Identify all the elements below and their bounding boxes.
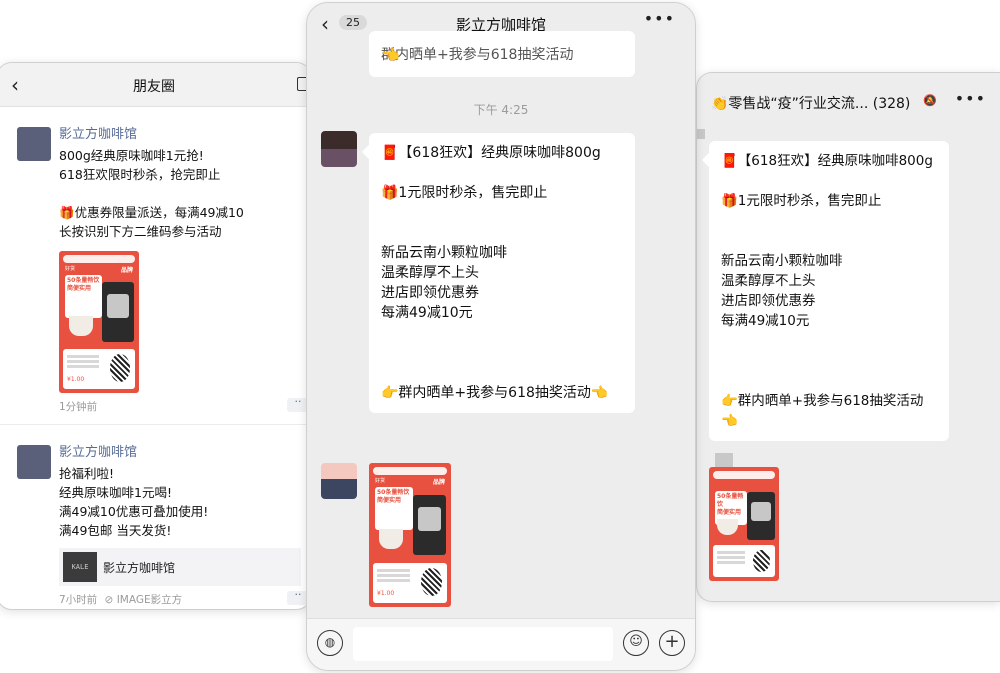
source-icon: ⊘: [104, 594, 114, 606]
post-text: 抢福利啦! 经典原味咖啡1元喝! 满49减10优惠可叠加使用! 满49包邮 当天…: [59, 466, 209, 538]
post-time: 1分钟前: [59, 401, 98, 413]
poster-headline: 50条量畅饮: [377, 489, 410, 496]
qr-code[interactable]: [421, 567, 442, 596]
point-left-icon: 👈: [381, 46, 400, 64]
product-poster-image[interactable]: 50条量畅饮 简便实用: [709, 467, 779, 581]
avatar[interactable]: [17, 445, 51, 479]
poster-brand: 品牌: [120, 267, 133, 274]
poster-headline: 50条量畅饮: [67, 277, 100, 284]
emoji-icon[interactable]: ☺: [623, 630, 649, 656]
chat-input-bar: ◍ ☺ +: [307, 618, 695, 670]
time-divider: 下午 4:25: [473, 103, 529, 117]
product-poster-image[interactable]: 好货 品牌 50条量畅饮 简便实用 ¥1.00: [59, 251, 139, 393]
post-author-name[interactable]: 影立方咖啡馆: [59, 123, 311, 142]
poster-subhead: 简便实用: [717, 509, 742, 516]
post-author-name[interactable]: 影立方咖啡馆: [59, 441, 311, 460]
poster-brand: 品牌: [432, 479, 445, 486]
previous-message-bubble[interactable]: 群内晒单+我参与618抽奖活动 👈: [369, 31, 635, 77]
shared-link-card[interactable]: KALE 影立方咖啡馆: [59, 548, 301, 586]
mute-bell-icon: 🔕: [923, 94, 937, 107]
previous-message-text: 群内晒单+我参与618抽奖活动: [381, 47, 574, 63]
group-title: 👏零售战“疫”行业交流... (328): [711, 96, 911, 112]
group-chat-screen: 👏零售战“疫”行业交流... (328) 🔕 ••• 🧧【618狂欢】经典原味咖…: [696, 72, 1000, 602]
voice-input-icon[interactable]: ◍: [317, 630, 343, 656]
more-icon[interactable]: •••: [955, 89, 986, 108]
sender-avatar[interactable]: [321, 463, 357, 499]
sender-avatar[interactable]: [321, 131, 357, 167]
poster-headline: 50条量畅饮: [717, 493, 744, 508]
group-nav-bar: 👏零售战“疫”行业交流... (328) 🔕 •••: [697, 73, 1000, 129]
moments-post: 影立方咖啡馆 800g经典原味咖啡1元抢! 618狂欢限时秒杀，抢完即止 🎁优惠…: [0, 107, 311, 414]
post-meta: 7小时前 ⊘ IMAGE影立方: [59, 592, 311, 607]
post-time: 7小时前: [59, 594, 98, 606]
avatar[interactable]: [17, 127, 51, 161]
qr-code[interactable]: [109, 354, 130, 383]
sender-avatar[interactable]: [715, 453, 733, 467]
link-title: 影立方咖啡馆: [103, 560, 176, 575]
plus-icon[interactable]: +: [659, 630, 685, 656]
avatar-edge: [697, 129, 705, 139]
poster-price: ¥1.00: [377, 590, 395, 597]
poster-subhead: 简便实用: [377, 497, 402, 504]
message-bubble[interactable]: 🧧【618狂欢】经典原味咖啡800g 🎁1元限时秒杀，售完即止 新品云南小颗粒咖…: [709, 141, 949, 441]
product-poster-image[interactable]: 好货 品牌 50条量畅饮 简便实用 ¥1.00: [369, 463, 451, 607]
poster-tag: 好货: [375, 478, 386, 484]
post-source[interactable]: IMAGE影立方: [117, 594, 182, 606]
moments-nav-bar: ‹ 朋友圈: [0, 63, 311, 107]
message-input[interactable]: [353, 627, 613, 661]
link-thumbnail: KALE: [63, 552, 97, 582]
qr-code[interactable]: [752, 550, 770, 573]
poster-subhead: 简便实用: [67, 285, 92, 292]
moments-post: 影立方咖啡馆 抢福利啦! 经典原味咖啡1元喝! 满49减10优惠可叠加使用! 满…: [0, 425, 311, 607]
post-text: 800g经典原味咖啡1元抢! 618狂欢限时秒杀，抢完即止 🎁优惠券限量派送，每…: [59, 148, 244, 239]
chat-screen: ‹ 25 影立方咖啡馆 ••• 群内晒单+我参与618抽奖活动 👈 下午 4:2…: [306, 2, 696, 671]
more-icon[interactable]: •••: [644, 9, 675, 28]
poster-price: ¥1.00: [67, 376, 85, 383]
message-bubble[interactable]: 🧧【618狂欢】经典原味咖啡800g 🎁1元限时秒杀，售完即止 新品云南小颗粒咖…: [369, 133, 635, 413]
poster-tag: 好货: [65, 266, 76, 272]
screenshot-stage: ‹ 朋友圈 影立方咖啡馆 800g经典原味咖啡1元抢! 618狂欢限时秒杀，抢完…: [0, 0, 1000, 673]
moments-screen: ‹ 朋友圈 影立方咖啡馆 800g经典原味咖啡1元抢! 618狂欢限时秒杀，抢完…: [0, 62, 312, 610]
moments-title: 朋友圈: [133, 79, 175, 95]
